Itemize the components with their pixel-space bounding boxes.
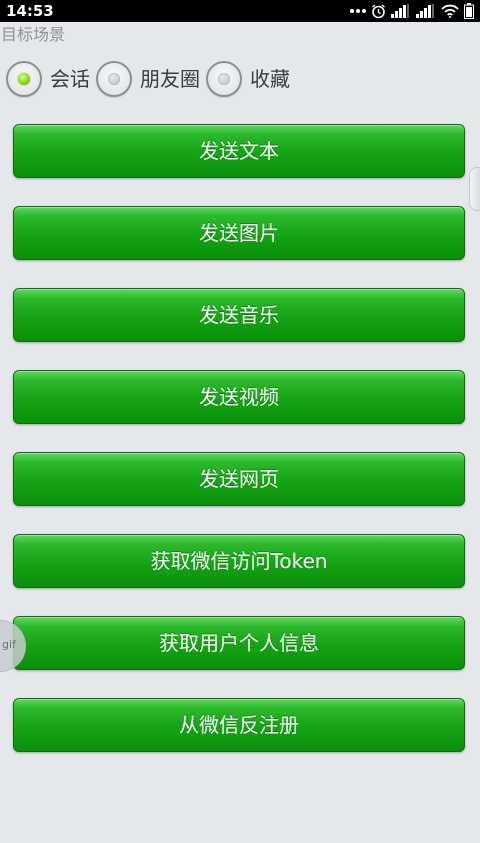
send-image-button[interactable]: 发送图片	[13, 206, 465, 260]
radio-timeline[interactable]: 朋友圈	[96, 61, 200, 97]
radio-button-icon[interactable]	[6, 61, 42, 97]
alarm-icon	[371, 2, 386, 20]
radio-dot-icon	[18, 73, 30, 85]
scene-radio-group: 会话 朋友圈 收藏	[6, 58, 296, 100]
send-video-button[interactable]: 发送视频	[13, 370, 465, 424]
edge-drawer-handle[interactable]	[469, 167, 480, 211]
radio-button-icon[interactable]	[96, 61, 132, 97]
get-user-info-button[interactable]: 获取用户个人信息	[13, 616, 465, 670]
more-dots-icon	[350, 2, 366, 20]
send-music-button[interactable]: 发送音乐	[13, 288, 465, 342]
get-token-button[interactable]: 获取微信访问Token	[13, 534, 465, 588]
radio-dot-icon	[218, 73, 230, 85]
radio-label-timeline[interactable]: 朋友圈	[140, 67, 200, 91]
radio-dot-icon	[108, 73, 120, 85]
radio-favorite[interactable]: 收藏	[206, 61, 290, 97]
send-text-button[interactable]: 发送文本	[13, 124, 465, 178]
action-button-list: 发送文本 发送图片 发送音乐 发送视频 发送网页 获取微信访问Token 获取用…	[13, 124, 465, 780]
send-webpage-button[interactable]: 发送网页	[13, 452, 465, 506]
signal-icon	[416, 2, 436, 20]
wifi-icon	[441, 2, 459, 20]
battery-icon	[464, 2, 474, 20]
gif-label: gif	[2, 638, 16, 651]
radio-label-favorite[interactable]: 收藏	[250, 67, 290, 91]
status-bar: 14:53	[0, 0, 480, 22]
radio-button-icon[interactable]	[206, 61, 242, 97]
radio-label-session[interactable]: 会话	[50, 67, 90, 91]
unregister-button[interactable]: 从微信反注册	[13, 698, 465, 752]
scene-title: 目标场景	[1, 25, 66, 44]
radio-session[interactable]: 会话	[6, 61, 90, 97]
signal-icon	[391, 2, 411, 20]
status-time: 14:53	[6, 2, 54, 20]
status-icons	[350, 2, 474, 20]
